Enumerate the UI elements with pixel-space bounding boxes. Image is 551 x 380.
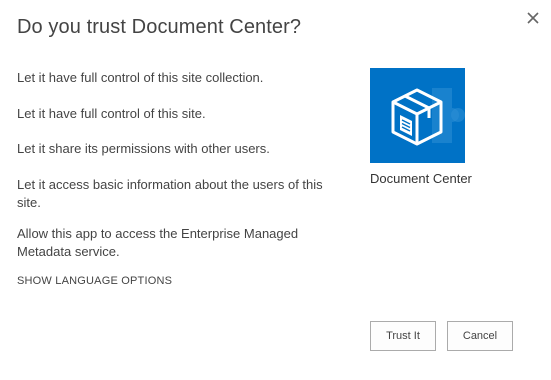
trust-dialog: Do you trust Document Center? Let it hav… xyxy=(0,0,551,380)
permission-text: Let it share its permissions with other … xyxy=(17,141,270,156)
document-box-icon xyxy=(391,88,465,146)
close-icon xyxy=(527,12,539,24)
close-button[interactable] xyxy=(525,10,541,26)
permission-text: Let it have full control of this site co… xyxy=(17,70,264,85)
show-language-options-link[interactable]: SHOW LANGUAGE OPTIONS xyxy=(17,275,172,287)
dialog-title: Do you trust Document Center? xyxy=(17,16,302,38)
app-tile xyxy=(370,68,465,163)
trust-it-button[interactable]: Trust It xyxy=(370,321,436,351)
permission-text: Let it access basic information about th… xyxy=(17,177,323,210)
cancel-button[interactable]: Cancel xyxy=(447,321,513,351)
permission-text: Allow this app to access the Enterprise … xyxy=(17,226,299,259)
app-name: Document Center xyxy=(370,171,472,186)
permission-text: Let it have full control of this site. xyxy=(17,106,206,121)
